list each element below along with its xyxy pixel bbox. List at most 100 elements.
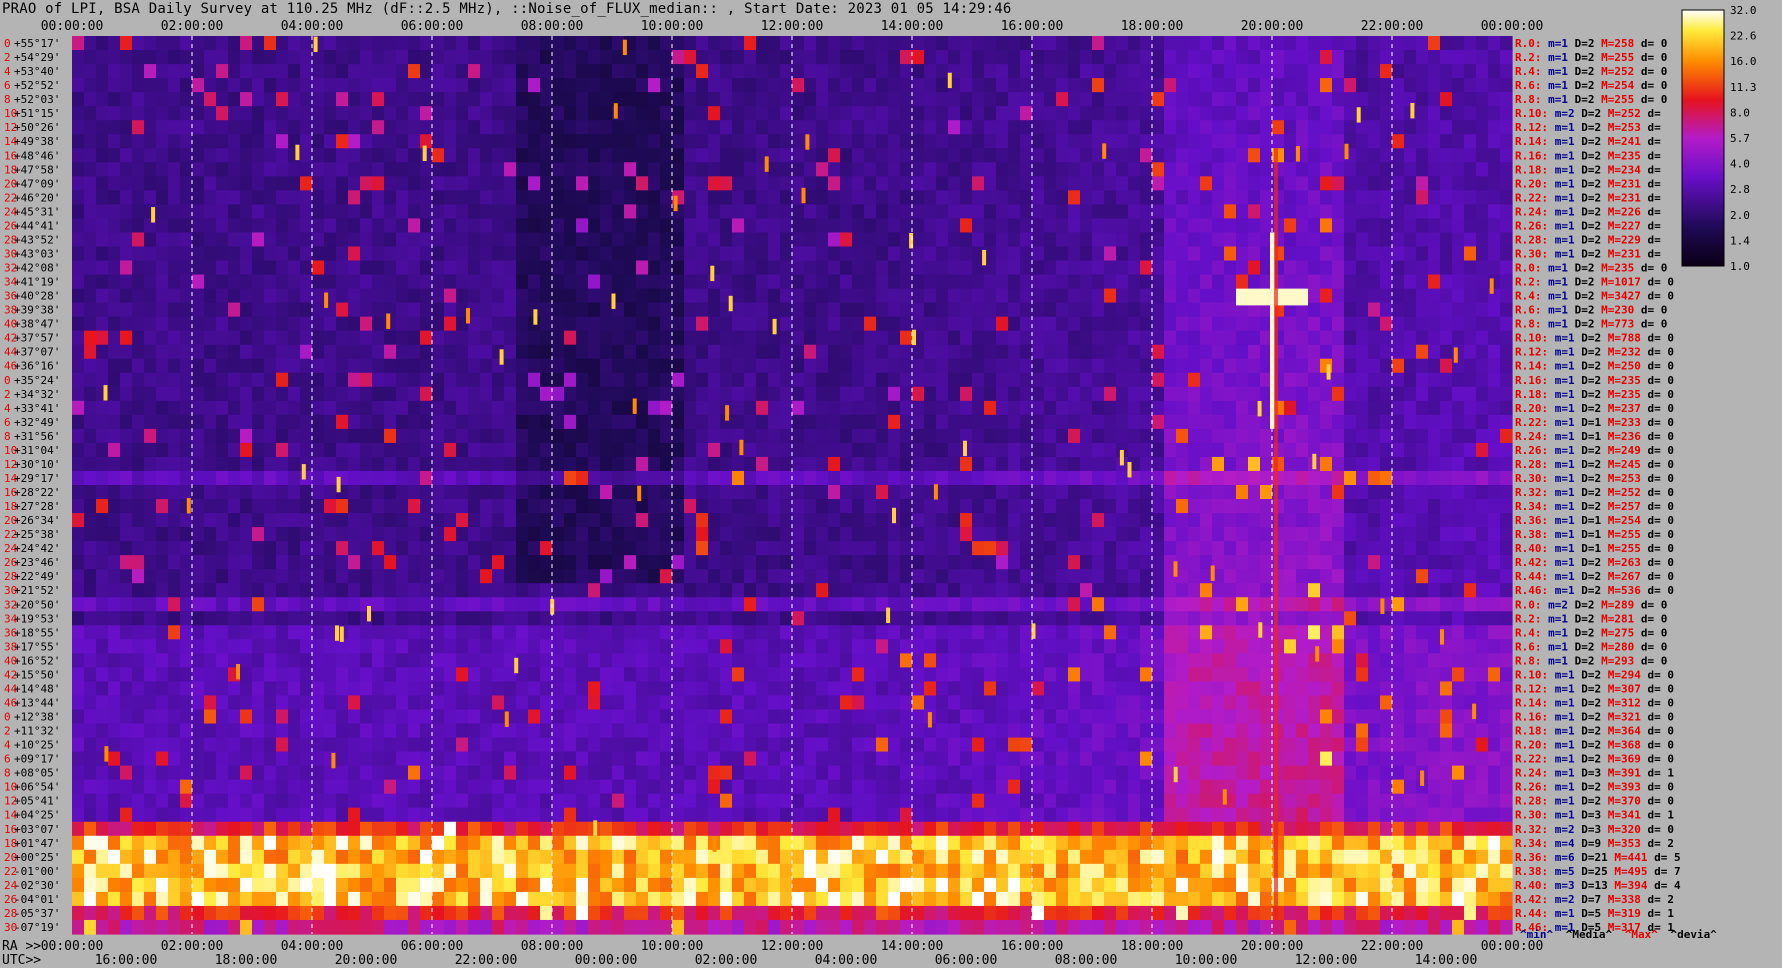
heatmap-cell [576, 470, 589, 486]
heatmap-cell [252, 148, 265, 163]
heatmap-cell [996, 50, 1009, 65]
heatmap-cell [240, 162, 253, 177]
heatmap-cell [72, 246, 85, 262]
heatmap-cell [264, 386, 277, 402]
heatmap-cell [732, 541, 745, 556]
heatmap-cell [1488, 106, 1501, 121]
heatmap-cell [396, 414, 409, 430]
heatmap-cell [144, 527, 157, 542]
heatmap-cell [960, 513, 973, 528]
heatmap-cell [1200, 302, 1213, 318]
heatmap-cell [1368, 204, 1381, 220]
heatmap-cell [420, 527, 433, 542]
heatmap-cell [1020, 442, 1033, 458]
heatmap-cell [840, 36, 853, 51]
heatmap-cell [552, 190, 565, 205]
heatmap-cell [516, 513, 529, 528]
heatmap-cell [756, 485, 769, 500]
heatmap-cell [336, 428, 349, 444]
heatmap-cell [744, 316, 757, 332]
heatmap-cell [372, 190, 385, 205]
heatmap-cell [1476, 64, 1489, 79]
heatmap-cell [1428, 414, 1441, 430]
heatmap-cell [72, 569, 85, 584]
heatmap-cell [1440, 204, 1453, 220]
heatmap-cell [696, 204, 709, 220]
heatmap-cell [912, 569, 925, 584]
heatmap-cell [900, 176, 913, 191]
heatmap-cell [804, 92, 817, 107]
heatmap-cell [552, 400, 565, 416]
heatmap-cell [732, 64, 745, 79]
heatmap-cell [888, 288, 901, 304]
heatmap-cell [312, 611, 325, 626]
heatmap-cell [348, 344, 361, 360]
heatmap-cell [1380, 190, 1393, 205]
heatmap-cell [1224, 372, 1237, 388]
heatmap-cell [756, 428, 769, 444]
heatmap-cell [108, 527, 121, 542]
heatmap-cell [600, 485, 613, 500]
heatmap-cell [1440, 583, 1453, 598]
heatmap-cell [336, 246, 349, 262]
heatmap-cell [1452, 414, 1465, 430]
heatmap-cell [1464, 541, 1477, 556]
heatmap-cell [1080, 499, 1093, 514]
heatmap-cell [600, 232, 613, 248]
heatmap-cell [852, 218, 865, 234]
heatmap-cell [348, 218, 361, 234]
heatmap-cell [1320, 555, 1333, 570]
heatmap-cell [1224, 64, 1237, 79]
heatmap-cell [1008, 134, 1021, 149]
heatmap-cell [120, 597, 133, 612]
heatmap-cell [1416, 442, 1429, 458]
heatmap-cell [648, 274, 661, 290]
heatmap-cell [480, 499, 493, 514]
heatmap-cell [372, 176, 385, 191]
heatmap-cell [624, 106, 637, 121]
heatmap-cell [1368, 162, 1381, 177]
heatmap-cell [288, 485, 301, 500]
heatmap-cell [1008, 583, 1021, 598]
heatmap-cell [1320, 232, 1333, 248]
heatmap-cell [192, 148, 205, 163]
heatmap-cell [708, 50, 721, 65]
heatmap-cell [732, 386, 745, 402]
heatmap-cell [1488, 190, 1501, 205]
heatmap-cell [264, 134, 277, 149]
heatmap-cell [288, 597, 301, 612]
heatmap-cell [588, 358, 601, 374]
heatmap-cell [840, 456, 853, 472]
heatmap-cell [1176, 260, 1189, 276]
heatmap-cell [660, 499, 673, 514]
heatmap-cell [564, 162, 577, 177]
heatmap-cell [1056, 274, 1069, 290]
heatmap-cell [1152, 372, 1165, 388]
heatmap-cell [408, 50, 421, 65]
heatmap-cell [204, 499, 217, 514]
heatmap-cell [1116, 344, 1129, 360]
heatmap-cell [564, 386, 577, 402]
heatmap-cell [324, 358, 337, 374]
heatmap-cell [1092, 260, 1105, 276]
heatmap-cell [72, 527, 85, 542]
heatmap-cell [876, 470, 889, 486]
heatmap-cell [1332, 541, 1345, 556]
heatmap-cell [468, 64, 481, 79]
heatmap-cell [132, 78, 145, 93]
heatmap-cell [480, 78, 493, 93]
heatmap-cell [84, 372, 97, 388]
heatmap-cell [84, 92, 97, 107]
heatmap-cell [228, 386, 241, 402]
heatmap-cell [1296, 162, 1309, 177]
heatmap-cell [1356, 583, 1369, 598]
heatmap-cell [1272, 513, 1285, 528]
heatmap-cell [1392, 583, 1405, 598]
heatmap-cell [540, 176, 553, 191]
heatmap-cell [1200, 106, 1213, 121]
heatmap-cell [444, 134, 457, 149]
heatmap-cell [216, 442, 229, 458]
heatmap-cell [900, 92, 913, 107]
heatmap-cell [1104, 218, 1117, 234]
heatmap-cell [444, 428, 457, 444]
